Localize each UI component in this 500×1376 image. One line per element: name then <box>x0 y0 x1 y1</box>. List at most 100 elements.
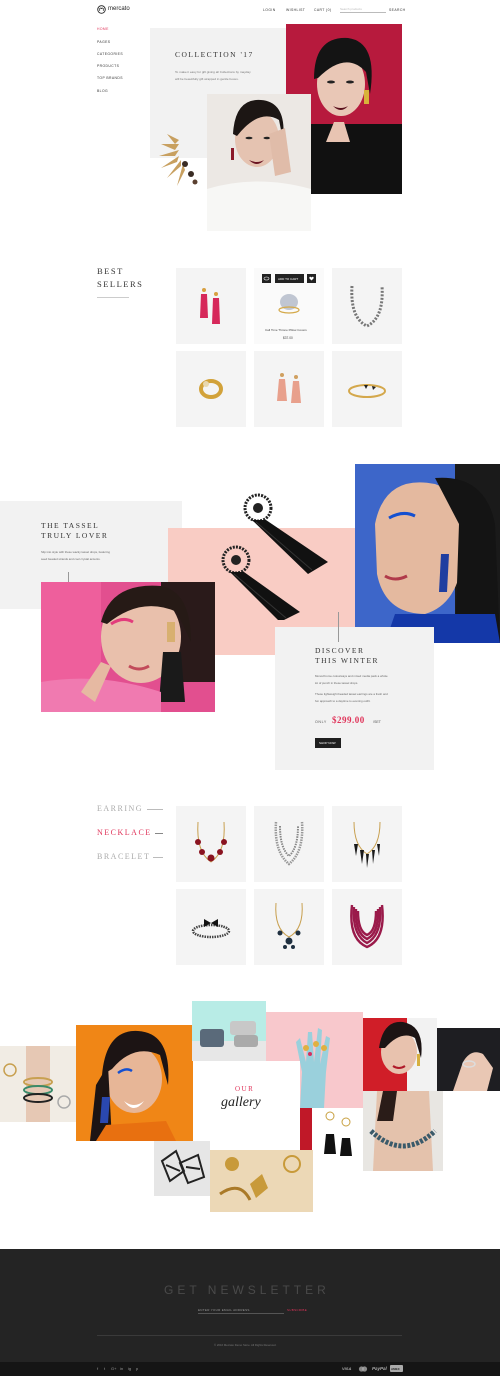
collection-title: COLLECTION '17 <box>175 50 254 59</box>
product-price: $37.00 <box>283 336 293 340</box>
gallery-title-our: OUR <box>235 1085 255 1093</box>
gallery-photo-orange <box>76 1025 193 1141</box>
search-input[interactable]: Search products <box>340 7 386 13</box>
add-to-cart-label: ADD TO CART <box>278 276 299 281</box>
gallery-photo-cuffs <box>192 1001 266 1061</box>
discover-title-line1: DISCOVER <box>315 646 365 655</box>
linkedin-icon[interactable]: in <box>120 1366 123 1371</box>
product-card[interactable] <box>176 268 246 344</box>
tassel-title-line2: TRULY LOVER <box>41 531 109 540</box>
sidebar-item-blog[interactable]: BLOG <box>97 89 108 93</box>
heart-icon <box>309 276 314 281</box>
product-card[interactable]: ADD TO CART Call Time Throne Pillow Cove… <box>254 268 324 344</box>
mastercard-icon <box>358 1366 368 1372</box>
gallery-photo-geometric-earrings <box>154 1141 210 1196</box>
product-card[interactable] <box>176 889 246 965</box>
shop-now-button[interactable]: SHOP NOW <box>315 738 341 748</box>
quickview-button[interactable] <box>262 274 271 283</box>
product-card[interactable] <box>176 806 246 882</box>
bestsellers-underline <box>97 297 129 298</box>
newsletter-subscribe-button[interactable]: SUBSCRIBE <box>287 1308 307 1312</box>
bestsellers-title-line1: BEST <box>97 266 124 276</box>
gallery-photo-bracelets <box>0 1046 76 1122</box>
product-card[interactable] <box>176 351 246 427</box>
discover-title-line2: THIS WINTER <box>315 656 380 665</box>
category-tab-bracelet[interactable]: BRACELET <box>97 852 150 861</box>
visa-icon: VISA <box>342 1366 352 1371</box>
google-plus-icon[interactable]: G+ <box>111 1366 116 1371</box>
discover-text-1: Monochrome colourways and mixed media pa… <box>315 674 388 678</box>
newsletter-email-input[interactable]: ENTER YOUR EMAIL ADDRESS <box>198 1307 284 1314</box>
amex-icon: AMEX <box>390 1365 403 1372</box>
tassel-text-1: Slip into style with these wacky tassel … <box>41 550 110 554</box>
tassel-text-2: seed beaded strands and cool crystal acc… <box>41 557 101 561</box>
brand-logo[interactable]: mercato <box>97 5 137 15</box>
eye-icon <box>263 276 270 281</box>
newsletter-placeholder: ENTER YOUR EMAIL ADDRESS <box>198 1308 250 1312</box>
discover-price-suffix: /SET <box>373 720 381 724</box>
instagram-icon[interactable]: ig <box>128 1366 131 1371</box>
bottom-bar: f t G+ in ig p VISA PayPal AMEX <box>0 1362 500 1376</box>
gallery-photo-gold-rings <box>210 1150 313 1212</box>
collection-text-2: will be beautifully gift wrapped in gent… <box>175 77 239 81</box>
product-card[interactable] <box>254 889 324 965</box>
category-tab-necklace[interactable]: NECKLACE <box>97 828 152 837</box>
wishlist-button[interactable] <box>307 274 316 283</box>
ribbon-choker-image <box>191 919 231 939</box>
red-necklace-image <box>195 821 227 863</box>
bestsellers-title-line2: SELLERS <box>97 279 144 289</box>
product-name[interactable]: Call Time Throne Pillow Covers <box>265 328 307 332</box>
discover-text-4: fun approach to a daytime to evening out… <box>315 699 371 703</box>
blue-model-photo <box>355 464 500 643</box>
product-card[interactable] <box>332 351 402 427</box>
tab-dash <box>147 809 163 810</box>
crystal-necklace-image <box>350 285 384 328</box>
discover-price: $299.00 <box>332 715 365 725</box>
product-card[interactable] <box>254 806 324 882</box>
pinterest-icon[interactable]: p <box>136 1366 138 1371</box>
discover-price-prefix: ONLY <box>315 720 327 724</box>
gallery-photo-red-model <box>363 1018 437 1091</box>
twitter-icon[interactable]: t <box>104 1366 105 1371</box>
sidebar-nav: HOME PAGES CATEGORIES PRODUCTS TOP BRAND… <box>97 27 137 97</box>
tab-dash <box>153 857 163 858</box>
blush-tassel-earring-image <box>277 373 301 403</box>
category-tab-earring[interactable]: EARRING <box>97 804 143 813</box>
login-link[interactable]: LOGIN <box>263 8 276 12</box>
feather-earring-image <box>155 130 203 190</box>
stone-ring-image <box>278 294 300 314</box>
add-to-cart-button[interactable]: ADD TO CART <box>275 274 304 283</box>
shop-now-label: SHOP NOW <box>319 741 336 746</box>
paypal-icon: PayPal <box>372 1366 387 1371</box>
search-placeholder: Search products <box>340 7 362 11</box>
product-card[interactable] <box>332 268 402 344</box>
footer-divider <box>97 1335 402 1336</box>
facebook-icon[interactable]: f <box>97 1366 98 1371</box>
copyright-text: © 2016 Mercato Demo Store. All Rights Re… <box>214 1343 277 1347</box>
sidebar-item-products[interactable]: PRODUCTS <box>97 64 119 68</box>
discover-connector-line <box>338 612 339 642</box>
discover-text-2: lot of punch in these tassel drops. <box>315 681 359 685</box>
tassel-earring-pink-image <box>200 288 220 324</box>
sidebar-item-categories[interactable]: CATEGORIES <box>97 52 123 56</box>
amex-label: AMEX <box>391 1366 400 1371</box>
sidebar-item-pages[interactable]: PAGES <box>97 40 110 44</box>
collection-text-1: To make it easy for gift giving all Coll… <box>175 70 251 74</box>
tab-dash <box>155 833 163 834</box>
berry-layered-necklace-image <box>350 904 384 949</box>
pink-model-photo <box>41 582 215 712</box>
gold-ring-image <box>199 379 223 399</box>
cart-link[interactable]: CART (0) <box>314 8 331 12</box>
product-card[interactable] <box>254 351 324 427</box>
sidebar-item-top-brands[interactable]: TOP BRANDS <box>97 76 123 80</box>
sidebar-item-home[interactable]: HOME <box>97 27 109 31</box>
bangle-image <box>348 384 386 398</box>
wishlist-link[interactable]: WISHLIST <box>286 8 305 12</box>
hero-photo-fur <box>207 94 311 231</box>
product-card[interactable] <box>332 806 402 882</box>
product-card[interactable] <box>332 889 402 965</box>
gallery-title: gallery <box>221 1095 261 1110</box>
logo-icon <box>97 5 106 14</box>
tassel-title-line1: THE TASSEL <box>41 521 100 530</box>
search-button[interactable]: SEARCH <box>389 8 406 12</box>
